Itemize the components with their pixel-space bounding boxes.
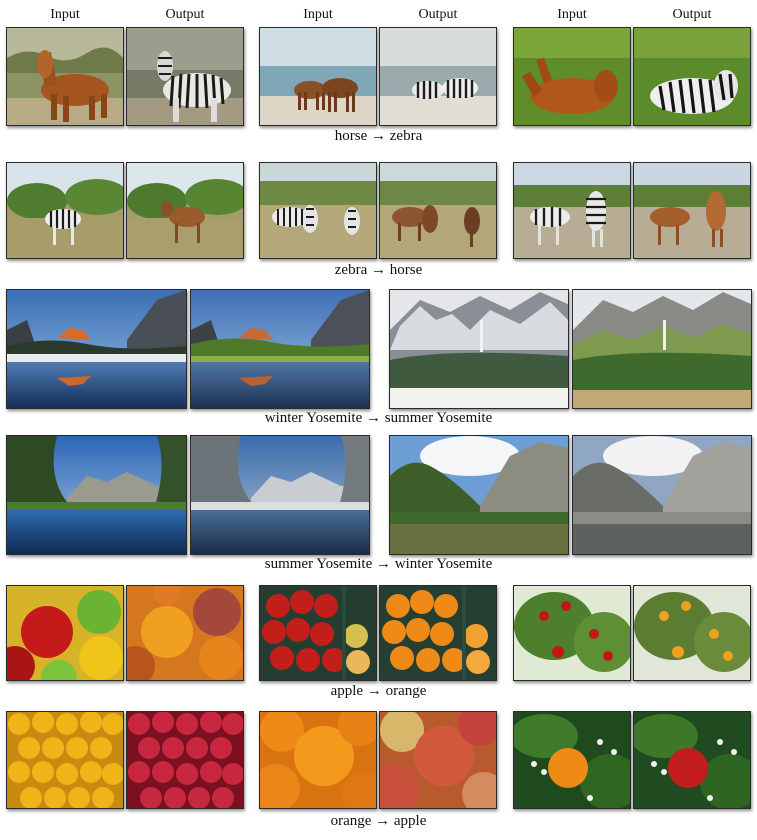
orange-input-photo [513, 711, 631, 809]
horse-input-photo [259, 27, 377, 126]
zebra-input-photo [6, 162, 124, 259]
orange-input-photo [6, 711, 124, 809]
caption-summer-to-winter: summer Yosemite → winter Yosemite [264, 556, 493, 572]
horse-output-photo [633, 162, 751, 259]
orange-output-photo [379, 585, 497, 681]
column-header-output: Output [672, 7, 712, 22]
horse-input-photo [513, 27, 631, 126]
zebra-output-photo [379, 27, 497, 126]
caption-zebra-to-horse: zebra → horse [334, 262, 423, 278]
winter-yosemite-output-photo [190, 435, 370, 555]
apple-input-photo [6, 585, 124, 681]
horse-input-photo [6, 27, 124, 126]
zebra-input-photo [513, 162, 631, 259]
caption-apple-to-orange: apple → orange [330, 683, 427, 699]
caption-winter-to-summer: winter Yosemite → summer Yosemite [264, 410, 493, 426]
winter-yosemite-input-photo [6, 289, 187, 409]
orange-output-photo [633, 585, 751, 681]
column-header-output: Output [165, 7, 205, 22]
horse-output-photo [379, 162, 497, 259]
apple-output-photo [633, 711, 751, 809]
zebra-output-photo [126, 27, 244, 126]
horse-output-photo [126, 162, 244, 259]
caption-orange-to-apple: orange → apple [330, 813, 427, 829]
apple-input-photo [513, 585, 631, 681]
orange-output-photo [126, 585, 244, 681]
summer-yosemite-output-photo [190, 289, 370, 409]
column-header-output: Output [418, 7, 458, 22]
summer-yosemite-input-photo [389, 435, 569, 555]
column-header-input: Input [50, 7, 80, 22]
orange-input-photo [259, 711, 377, 809]
winter-yosemite-output-photo [572, 435, 752, 555]
apple-output-photo [379, 711, 497, 809]
column-header-input: Input [557, 7, 587, 22]
zebra-input-photo [259, 162, 377, 259]
apple-input-photo [259, 585, 377, 681]
caption-horse-to-zebra: horse → zebra [334, 128, 423, 144]
zebra-output-photo [633, 27, 751, 126]
summer-yosemite-output-photo [572, 289, 752, 409]
summer-yosemite-input-photo [6, 435, 187, 555]
column-header-input: Input [303, 7, 333, 22]
apple-output-photo [126, 711, 244, 809]
winter-yosemite-input-photo [389, 289, 569, 409]
